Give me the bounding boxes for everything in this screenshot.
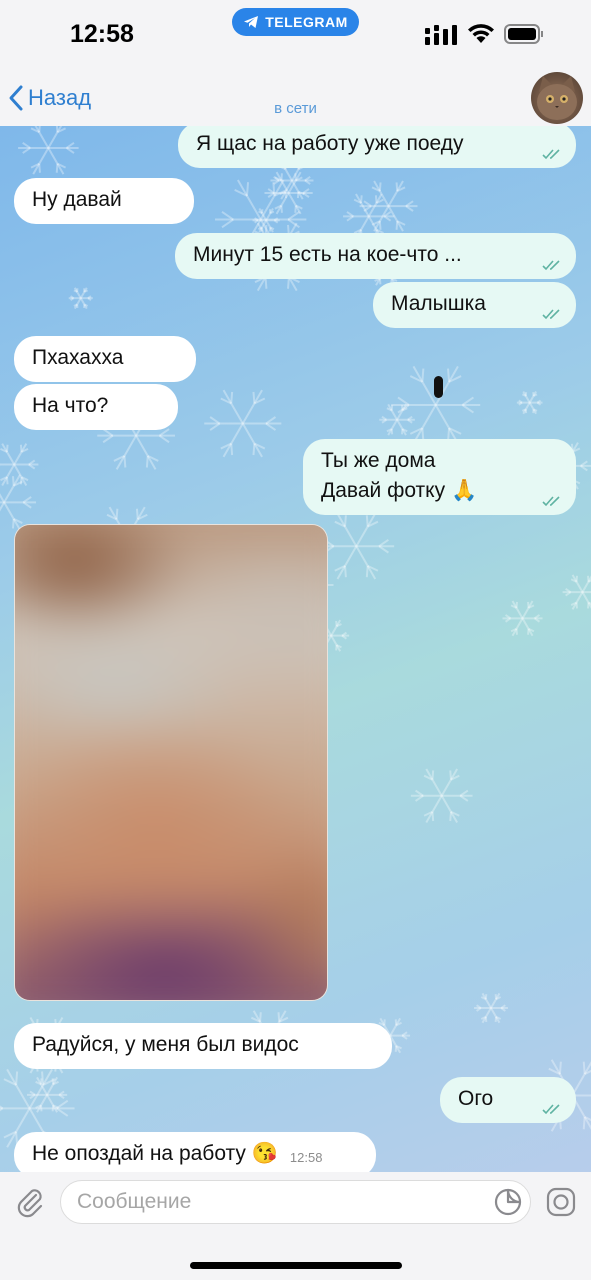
telegram-badge[interactable]: TELEGRAM <box>232 8 359 36</box>
message-input[interactable] <box>60 1180 531 1224</box>
message-text: Я щас на работу уже поеду <box>196 132 464 155</box>
read-ticks-icon <box>542 496 560 507</box>
message-outgoing[interactable]: Малышка <box>373 282 576 328</box>
message-text: Ну давай <box>32 188 122 211</box>
signal-icon <box>425 25 457 45</box>
home-indicator <box>190 1262 402 1269</box>
message-outgoing[interactable]: Ого <box>440 1077 576 1123</box>
message-incoming[interactable]: Радуйся, у меня был видос <box>14 1023 392 1069</box>
read-ticks-icon <box>542 1104 560 1115</box>
message-incoming[interactable]: На что? <box>14 384 178 430</box>
avatar-cat-image <box>537 76 577 120</box>
telegram-badge-label: TELEGRAM <box>265 14 348 30</box>
message-time: 12:58 <box>289 1150 323 1165</box>
blurred-photo-image <box>15 525 327 1000</box>
battery-icon <box>504 24 543 44</box>
message-text-line: Давай фотку 🙏 <box>321 479 478 502</box>
message-text: Ого <box>458 1087 494 1110</box>
input-bar <box>0 1172 591 1280</box>
read-ticks-icon <box>542 260 560 271</box>
chat-header: Назад в сети <box>0 70 591 126</box>
message-text: Минут 15 есть на кое-что ... <box>193 243 462 266</box>
camera-icon[interactable] <box>545 1186 577 1218</box>
message-incoming[interactable]: Пхахахха <box>14 336 196 382</box>
scroll-indicator <box>434 376 443 398</box>
message-text: Не опоздай на работу 😘 <box>32 1142 278 1165</box>
wifi-icon <box>468 24 494 43</box>
avatar[interactable] <box>531 72 583 124</box>
telegram-plane-icon <box>244 16 259 28</box>
message-text: Радуйся, у меня был видос <box>32 1033 299 1056</box>
message-outgoing[interactable]: Минут 15 есть на кое-что ... <box>175 233 576 279</box>
online-status: в сети <box>274 100 317 117</box>
message-incoming[interactable]: Ну давай <box>14 178 194 224</box>
chat-area[interactable]: Я щас на работу уже поеду Ну давай Минут… <box>0 126 591 1172</box>
read-ticks-icon <box>542 309 560 320</box>
photo-message-blurred[interactable] <box>14 524 328 1001</box>
message-text: На что? <box>32 394 109 417</box>
status-bar: 12:58 TELEGRAM <box>0 0 591 70</box>
message-text: Малышка <box>391 292 486 315</box>
paperclip-icon[interactable] <box>14 1186 46 1218</box>
status-time: 12:58 <box>70 20 134 48</box>
message-incoming[interactable]: Не опоздай на работу 😘 12:58 <box>14 1132 376 1172</box>
message-text: Пхахахха <box>32 346 124 369</box>
message-outgoing[interactable]: Я щас на работу уже поеду <box>178 126 576 168</box>
sticker-icon[interactable] <box>493 1187 523 1217</box>
message-text-line: Ты же дома <box>321 449 436 472</box>
message-outgoing[interactable]: Ты же дома Давай фотку 🙏 <box>303 439 576 515</box>
read-ticks-icon <box>542 149 560 160</box>
